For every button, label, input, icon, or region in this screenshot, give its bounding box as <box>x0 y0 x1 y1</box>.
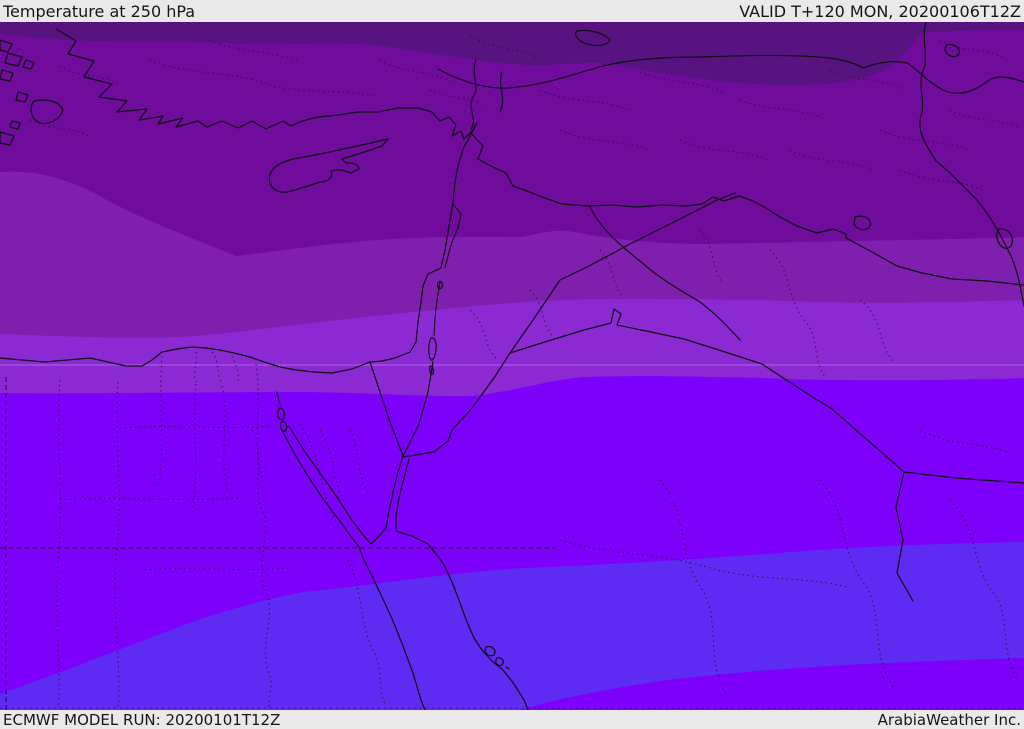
weather-map <box>0 22 1024 710</box>
model-info-bar: ECMWF MODEL RUN: 20200101T12Z ArabiaWeat… <box>0 710 1024 729</box>
map-title-bar: Temperature at 250 hPa VALID T+120 MON, … <box>0 0 1024 22</box>
attribution-label: ArabiaWeather Inc. <box>877 710 1021 729</box>
map-title: Temperature at 250 hPa <box>3 1 196 21</box>
valid-time-label: VALID T+120 MON, 20200106T12Z <box>739 1 1021 21</box>
model-run-label: ECMWF MODEL RUN: 20200101T12Z <box>3 710 281 729</box>
